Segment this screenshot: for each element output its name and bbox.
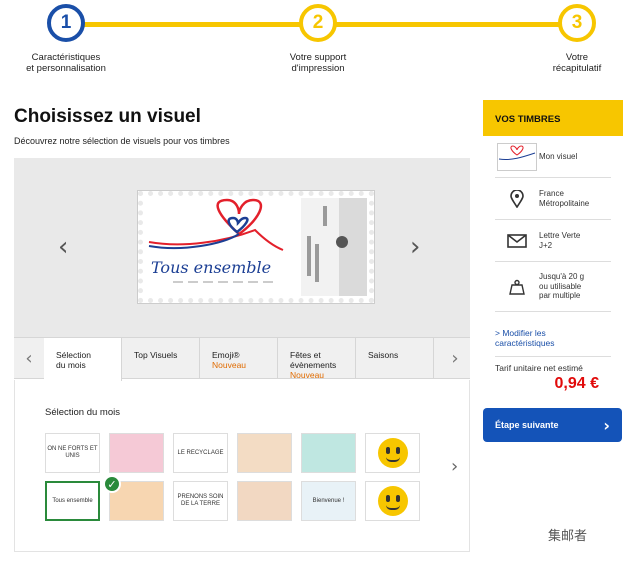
thumbnail-grid: ON NE FORTS ET UNIS LE RECYCLAGE Tous ense… xyxy=(45,433,420,521)
visual-thumbnail[interactable] xyxy=(365,481,420,521)
thumbnail-caption: PRENONS SOIN DE LA TERRE xyxy=(177,494,224,507)
summary-row-visuel: Mon visuel xyxy=(495,136,611,178)
summary-text: Jusqu'à 20 g ou utilisable par multiple xyxy=(539,272,585,301)
emoji-face-icon xyxy=(377,438,408,468)
weight-icon xyxy=(495,279,539,295)
tab-label: Saisons xyxy=(368,350,399,360)
envelope-icon xyxy=(495,233,539,248)
step-1-circle: 1 xyxy=(47,4,85,42)
stamp-thumbnail-icon xyxy=(495,142,539,171)
tab-label: Emoji® xyxy=(212,350,240,360)
tab-saisons[interactable]: Saisons xyxy=(356,338,434,378)
stamp-preview: ‹ › Tous ensemble xyxy=(14,158,470,338)
visual-thumbnail[interactable] xyxy=(301,433,356,473)
page-title: Choisissez un visuel xyxy=(14,106,201,127)
page-subtitle: Découvrez notre sélection de visuels pou… xyxy=(14,136,230,146)
visual-thumbnail[interactable]: Bienvenue ! xyxy=(301,481,356,521)
tabs-prev-icon[interactable]: ‹ xyxy=(14,338,44,378)
tab-top-visuels[interactable]: Top Visuels xyxy=(122,338,200,378)
summary-text: Mon visuel xyxy=(539,151,578,161)
thumbnail-caption: Tous ensemble xyxy=(52,497,93,504)
watermark: 集邮者 xyxy=(548,528,588,543)
visual-thumbnail[interactable]: ON NE FORTS ET UNIS xyxy=(45,433,100,473)
visuals-panel: Sélection du mois ON NE FORTS ET UNIS LE … xyxy=(14,380,470,552)
tarif-label: Tarif unitaire net estimé xyxy=(495,363,583,373)
visual-thumbnail[interactable] xyxy=(365,433,420,473)
tab-selection-du-mois[interactable]: Sélection du mois xyxy=(44,338,122,381)
prev-arrow-icon[interactable]: ‹ xyxy=(58,234,68,260)
step-1[interactable]: 1 Caractéristiques et personnalisation xyxy=(6,4,126,74)
new-badge: Nouveau xyxy=(212,360,247,370)
modify-link[interactable]: > Modifier les caractéristiques xyxy=(495,328,611,348)
category-tabs: ‹ Sélection du mois Top Visuels Emoji® N… xyxy=(14,337,470,381)
tabs-next-icon[interactable]: › xyxy=(440,338,470,378)
step-3[interactable]: 3 Votre récapitulatif xyxy=(517,4,637,74)
emoji-face-icon xyxy=(377,486,408,516)
summary-text: Lettre Verte J+2 xyxy=(539,231,581,250)
visual-thumbnail[interactable]: LE RECYCLAGE xyxy=(173,433,228,473)
thumbnail-caption: Bienvenue ! xyxy=(312,497,345,504)
stamp-artwork xyxy=(148,198,367,296)
sidebar-summary: VOS TIMBRES Mon visuel France Métropolit… xyxy=(483,100,623,393)
tab-fetes[interactable]: Fêtes et évènements Nouveau xyxy=(278,338,356,380)
tab-label: Top Visuels xyxy=(134,350,178,360)
next-step-button[interactable]: Étape suivante › xyxy=(483,408,622,442)
step-2-label: Votre support d'impression xyxy=(289,52,347,74)
visual-thumbnail[interactable] xyxy=(237,481,292,521)
step-1-label: Caractéristiques et personnalisation xyxy=(26,52,106,74)
divider xyxy=(495,356,611,357)
next-arrow-icon[interactable]: › xyxy=(410,234,420,260)
step-3-label: Votre récapitulatif xyxy=(552,52,602,74)
next-step-label: Étape suivante xyxy=(495,420,559,430)
selected-check-icon: ✓ xyxy=(103,475,121,493)
thumbnail-caption: LE RECYCLAGE xyxy=(177,449,224,456)
chevron-right-icon: › xyxy=(603,416,610,435)
stamp-image: Tous ensemble xyxy=(137,190,375,304)
tab-emoji[interactable]: Emoji® Nouveau xyxy=(200,338,278,378)
stamp-caption: Tous ensemble xyxy=(151,258,272,277)
grid-next-icon[interactable]: › xyxy=(451,456,458,477)
summary-row-destination: France Métropolitaine xyxy=(495,178,611,220)
summary-text: France Métropolitaine xyxy=(539,189,590,208)
summary-row-delivery: Lettre Verte J+2 xyxy=(495,220,611,262)
tab-label: Sélection du mois xyxy=(56,350,91,370)
visual-thumbnail[interactable] xyxy=(237,433,292,473)
page: 1 Caractéristiques et personnalisation 2… xyxy=(0,0,639,561)
summary-row-weight: Jusqu'à 20 g ou utilisable par multiple xyxy=(495,262,611,312)
visual-thumbnail[interactable]: Tous ensemble xyxy=(45,481,100,521)
new-badge: Nouveau xyxy=(290,370,325,380)
location-pin-icon xyxy=(495,189,539,208)
sidebar-title: VOS TIMBRES xyxy=(483,100,623,136)
step-2[interactable]: 2 Votre support d'impression xyxy=(258,4,378,74)
unit-price: 0,94 € xyxy=(554,375,599,392)
thumbnail-caption: ON NE FORTS ET UNIS xyxy=(47,446,98,459)
step-2-circle: 2 xyxy=(299,4,337,42)
panel-title: Sélection du mois xyxy=(45,407,120,418)
tab-label: Fêtes et évènements xyxy=(290,350,337,370)
step-3-circle: 3 xyxy=(558,4,596,42)
visual-thumbnail[interactable] xyxy=(109,433,164,473)
visual-thumbnail[interactable]: PRENONS SOIN DE LA TERRE xyxy=(173,481,228,521)
